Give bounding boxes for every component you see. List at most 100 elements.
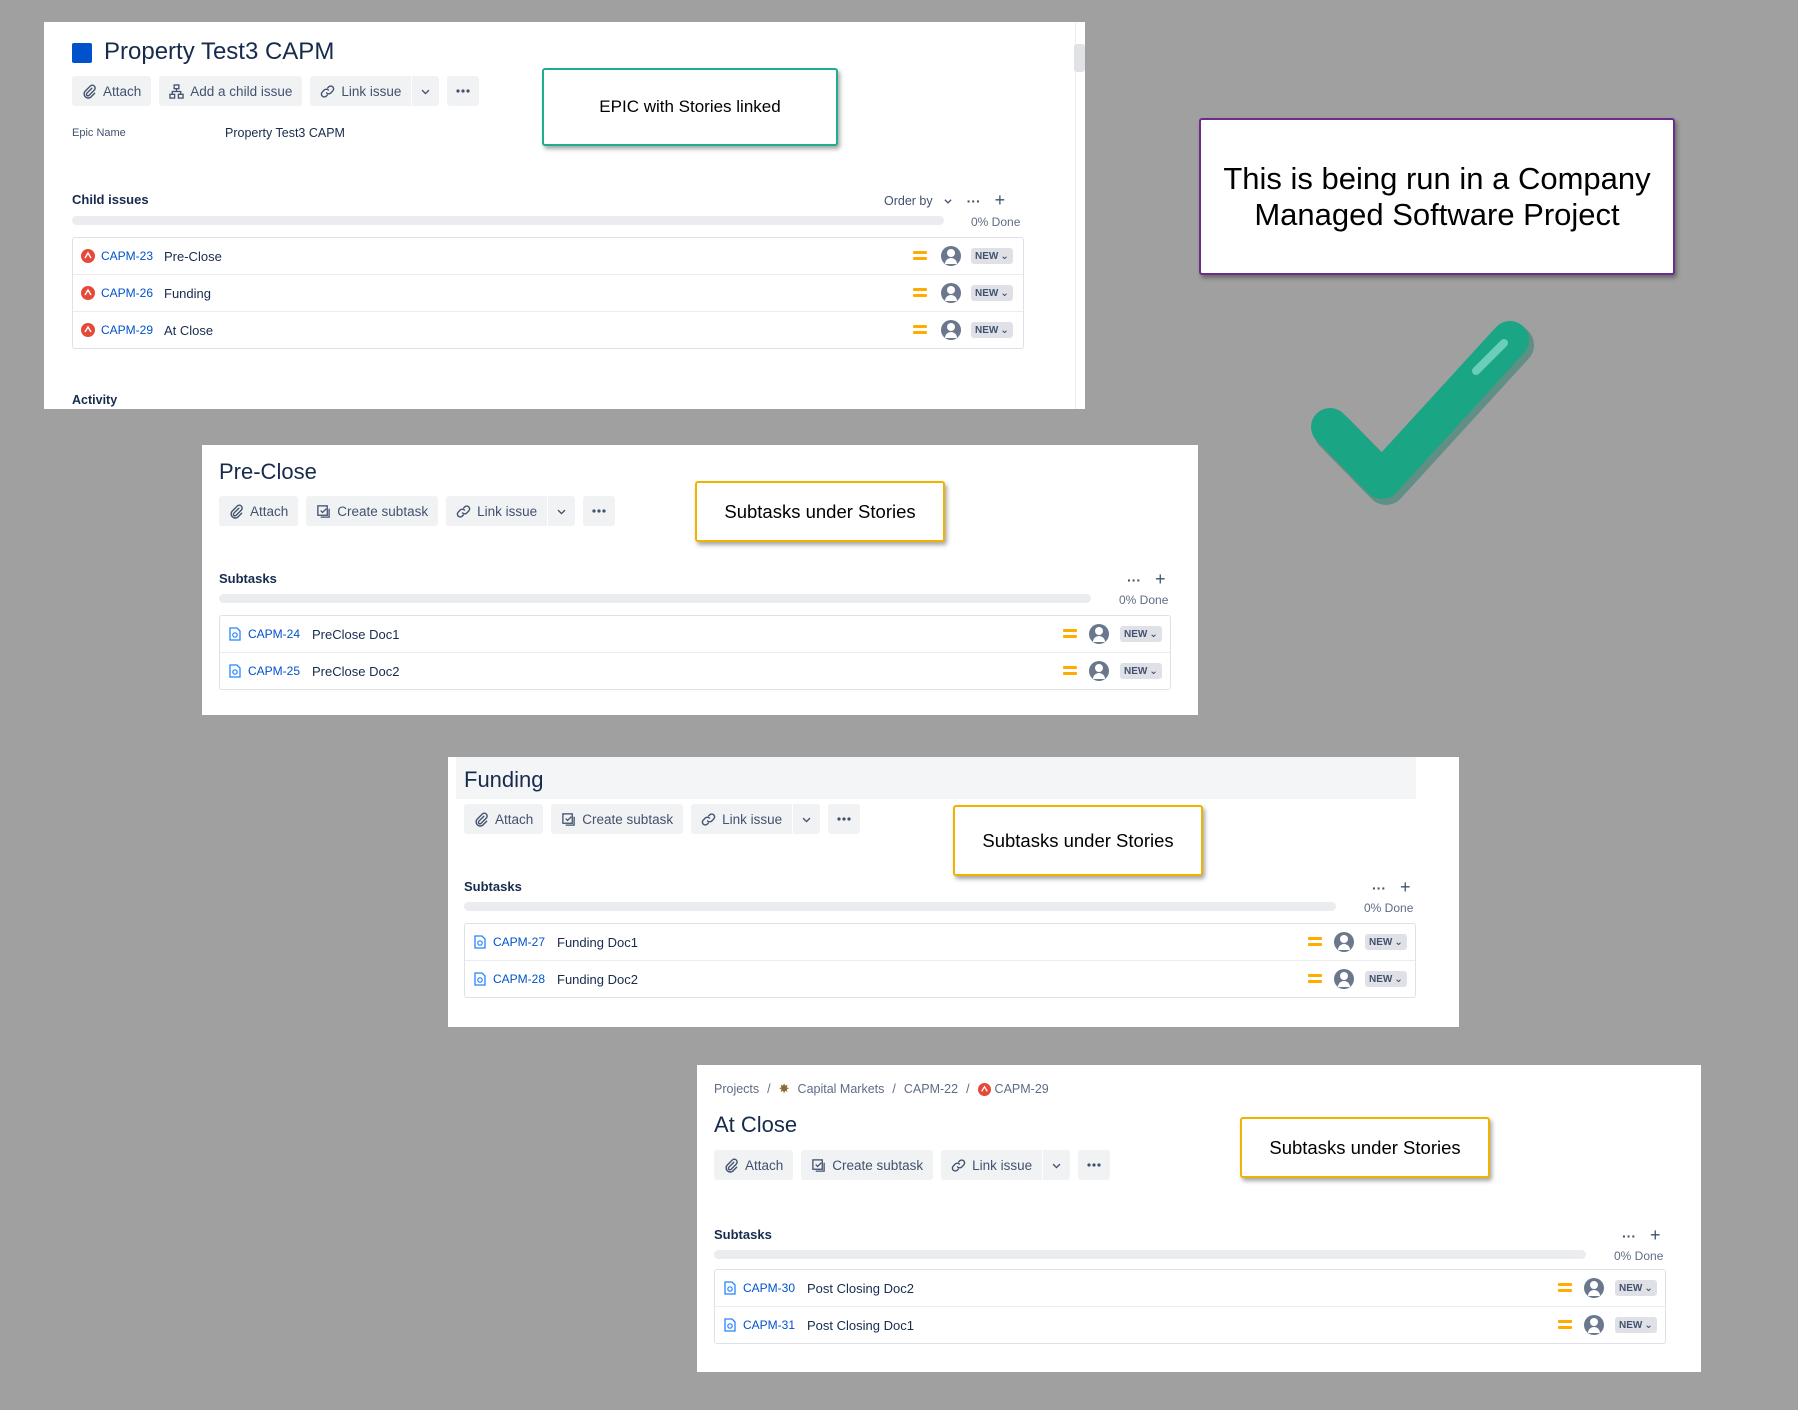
more-actions-button[interactable]	[583, 496, 616, 526]
breadcrumb-parent[interactable]: CAPM-22	[904, 1082, 958, 1096]
add-icon[interactable]: +	[995, 190, 1006, 211]
link-issue-button[interactable]: Link issue	[691, 804, 794, 834]
scrollbar[interactable]	[1074, 44, 1085, 72]
status-badge[interactable]: NEW ⌄	[1615, 1317, 1657, 1333]
subtask-icon	[229, 664, 241, 678]
list-item[interactable]: CAPM-24 PreClose Doc1 NEW ⌄	[220, 616, 1170, 653]
order-by-label: Order by	[884, 193, 933, 208]
link-issue-button[interactable]: Link issue	[310, 76, 413, 106]
link-icon	[701, 812, 716, 826]
issue-key-link[interactable]: CAPM-29	[101, 323, 153, 337]
status-badge[interactable]: NEW ⌄	[971, 248, 1013, 264]
status-badge[interactable]: NEW ⌄	[1120, 663, 1162, 679]
breadcrumb-separator: /	[966, 1082, 970, 1096]
link-issue-dropdown[interactable]	[548, 496, 576, 526]
issue-key-link[interactable]: CAPM-31	[743, 1318, 795, 1332]
issue-key-link[interactable]: CAPM-27	[493, 935, 545, 949]
subtasks-list: CAPM-30 Post Closing Doc2 NEW ⌄ CAPM-31 P…	[714, 1269, 1666, 1344]
chevron-down-icon: ⌄	[1644, 1319, 1653, 1331]
attach-button[interactable]: Attach	[464, 804, 544, 834]
link-issue-dropdown[interactable]	[793, 804, 821, 834]
breadcrumb-current[interactable]: CAPM-29	[995, 1082, 1049, 1096]
more-icon[interactable]: ···	[1622, 1228, 1636, 1244]
more-icon[interactable]: ···	[1372, 880, 1386, 896]
attach-button[interactable]: Attach	[714, 1150, 794, 1180]
chevron-down-icon: ⌄	[1000, 250, 1009, 262]
avatar[interactable]	[1584, 1315, 1604, 1335]
issue-summary[interactable]: Funding	[164, 286, 211, 301]
issue-key-link[interactable]: CAPM-25	[248, 664, 300, 678]
attach-label: Attach	[495, 811, 534, 827]
add-child-issue-button[interactable]: Add a child issue	[159, 76, 303, 106]
attach-button[interactable]: Attach	[72, 76, 152, 106]
create-subtask-button[interactable]: Create subtask	[306, 496, 439, 526]
issue-key-link[interactable]: CAPM-26	[101, 286, 153, 300]
issue-key-link[interactable]: CAPM-23	[101, 249, 153, 263]
link-issue-button[interactable]: Link issue	[446, 496, 549, 526]
status-badge[interactable]: NEW ⌄	[971, 285, 1013, 301]
attach-button[interactable]: Attach	[219, 496, 299, 526]
list-item[interactable]: CAPM-25 PreClose Doc2 NEW ⌄	[220, 653, 1170, 689]
avatar[interactable]	[941, 283, 961, 303]
list-item[interactable]: CAPM-28 Funding Doc2 NEW ⌄	[465, 961, 1415, 997]
add-icon[interactable]: +	[1650, 1225, 1661, 1246]
more-actions-button[interactable]	[828, 804, 861, 834]
issue-summary[interactable]: Funding Doc2	[557, 972, 638, 987]
issue-key-link[interactable]: CAPM-28	[493, 972, 545, 986]
subtasks-progress-text: 0% Done	[1614, 1249, 1664, 1263]
link-issue-dropdown[interactable]	[1043, 1150, 1071, 1180]
preclose-toolbar: Attach Create subtask Link issue	[219, 496, 616, 526]
attach-label: Attach	[745, 1157, 784, 1173]
page-title: Funding	[464, 767, 544, 792]
issue-summary[interactable]: Post Closing Doc2	[807, 1281, 914, 1296]
link-issue-dropdown[interactable]	[412, 76, 440, 106]
avatar[interactable]	[1584, 1278, 1604, 1298]
status-badge[interactable]: NEW ⌄	[971, 322, 1013, 338]
avatar[interactable]	[1089, 624, 1109, 644]
issue-summary[interactable]: At Close	[164, 323, 213, 338]
avatar[interactable]	[1089, 661, 1109, 681]
status-badge[interactable]: NEW ⌄	[1365, 934, 1407, 950]
list-item[interactable]: CAPM-29 At Close NEW ⌄	[73, 312, 1023, 348]
order-by-button[interactable]: Order by	[884, 194, 953, 208]
more-actions-button[interactable]	[447, 76, 480, 106]
breadcrumb-project[interactable]: Capital Markets	[798, 1082, 885, 1096]
avatar[interactable]	[1334, 969, 1354, 989]
list-item[interactable]: CAPM-27 Funding Doc1 NEW ⌄	[465, 924, 1415, 961]
epic-toolbar: Attach Add a child issue Link issue	[72, 76, 480, 106]
more-actions-button[interactable]	[1078, 1150, 1111, 1180]
issue-summary[interactable]: Pre-Close	[164, 249, 222, 264]
epic-icon	[72, 43, 92, 63]
more-icon[interactable]: ···	[1127, 572, 1141, 588]
link-issue-button[interactable]: Link issue	[941, 1150, 1044, 1180]
subtasks-list: CAPM-24 PreClose Doc1 NEW ⌄ CAPM-25 PreCl…	[219, 615, 1171, 690]
issue-key-link[interactable]: CAPM-24	[248, 627, 300, 641]
subtasks-progress-text: 0% Done	[1119, 593, 1169, 607]
issue-summary[interactable]: Post Closing Doc1	[807, 1318, 914, 1333]
subtasks-controls: ··· +	[1127, 569, 1166, 590]
add-icon[interactable]: +	[1155, 569, 1166, 590]
list-item[interactable]: CAPM-26 Funding NEW ⌄	[73, 275, 1023, 312]
issue-key-link[interactable]: CAPM-30	[743, 1281, 795, 1295]
status-badge[interactable]: NEW ⌄	[1365, 971, 1407, 987]
create-subtask-button[interactable]: Create subtask	[551, 804, 684, 834]
create-subtask-button[interactable]: Create subtask	[801, 1150, 934, 1180]
add-icon[interactable]: +	[1400, 877, 1411, 898]
status-badge[interactable]: NEW ⌄	[1615, 1280, 1657, 1296]
status-badge[interactable]: NEW ⌄	[1120, 626, 1162, 642]
issue-summary[interactable]: PreClose Doc1	[312, 627, 399, 642]
issue-summary[interactable]: Funding Doc1	[557, 935, 638, 950]
subtask-icon	[474, 972, 486, 986]
activity-label: Activity	[72, 393, 118, 407]
more-icon[interactable]: ···	[967, 193, 981, 209]
avatar[interactable]	[1334, 932, 1354, 952]
issue-summary[interactable]: PreClose Doc2	[312, 664, 399, 679]
list-item[interactable]: CAPM-23 Pre-Close NEW ⌄	[73, 238, 1023, 275]
avatar[interactable]	[941, 320, 961, 340]
link-issue-label: Link issue	[341, 83, 402, 99]
list-item[interactable]: CAPM-30 Post Closing Doc2 NEW ⌄	[715, 1270, 1665, 1307]
breadcrumb-projects[interactable]: Projects	[714, 1082, 759, 1096]
list-item[interactable]: CAPM-31 Post Closing Doc1 NEW ⌄	[715, 1307, 1665, 1343]
avatar[interactable]	[941, 246, 961, 266]
epic-name-value[interactable]: Property Test3 CAPM	[225, 126, 345, 140]
